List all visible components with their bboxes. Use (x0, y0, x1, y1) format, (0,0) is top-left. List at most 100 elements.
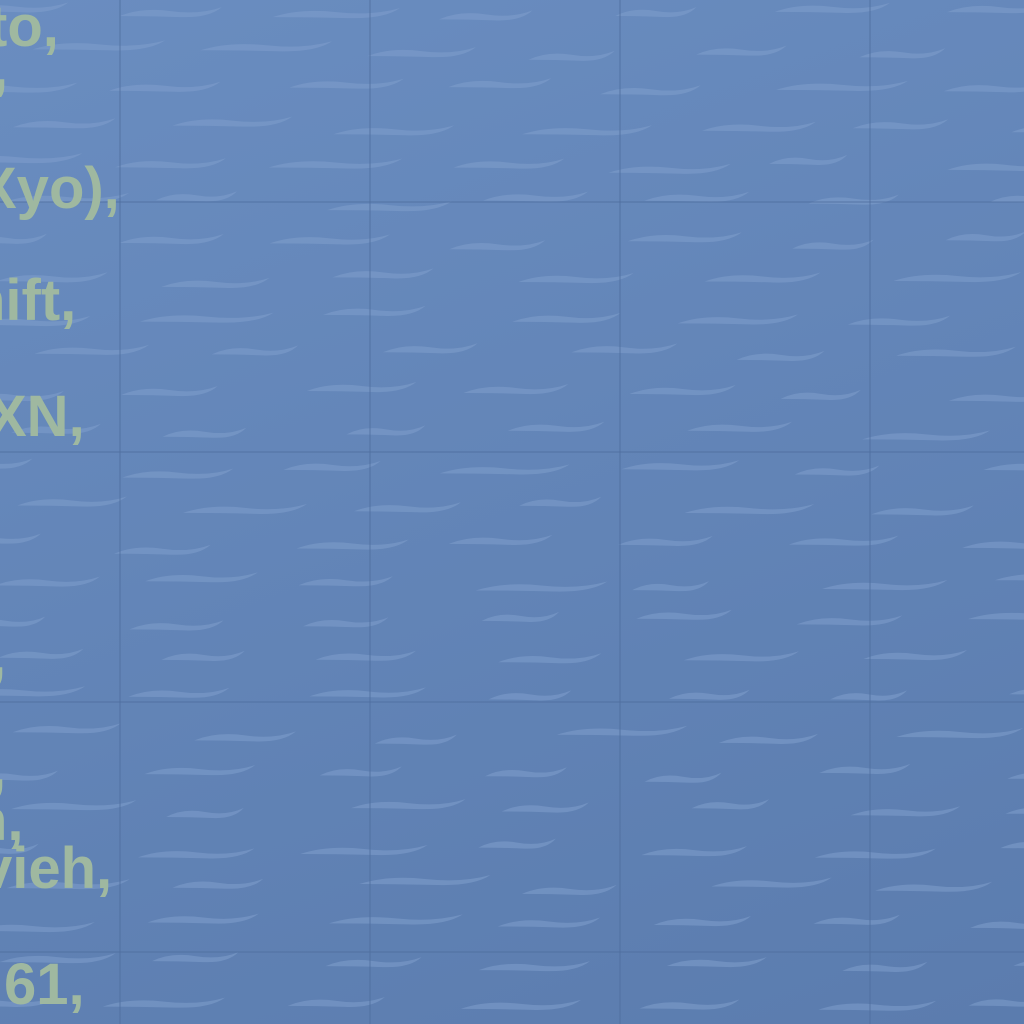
wave-mark (483, 191, 588, 202)
wave-mark (0, 458, 33, 469)
wave-mark (0, 648, 84, 659)
wave-mark (701, 121, 816, 132)
wave-mark (512, 312, 621, 323)
wave-mark (852, 119, 949, 130)
wave-mark (796, 615, 903, 626)
wave-mark (346, 425, 426, 436)
wave-mark (374, 734, 457, 745)
wave-mark (711, 877, 832, 888)
wave-mark (943, 82, 1024, 93)
wave-mark (147, 913, 259, 924)
wave-mark (968, 996, 1024, 1007)
wave-mark (329, 914, 463, 925)
wave-mark (0, 922, 95, 933)
wave-mark (962, 538, 1024, 549)
wave-mark (332, 268, 434, 279)
wave-mark (947, 3, 1024, 14)
wave-mark (696, 45, 787, 56)
wave-mark (847, 315, 951, 326)
wave-mark (627, 232, 742, 243)
wave-mark (666, 957, 767, 968)
wave-mark (507, 421, 605, 432)
wave-mark (0, 153, 83, 164)
wave-mark (830, 690, 907, 701)
wave-mark (677, 314, 799, 325)
wave-mark (0, 233, 47, 244)
wave-mark (519, 496, 602, 507)
wave-mark (653, 916, 751, 927)
wave-mark (475, 581, 608, 592)
wave-mark (896, 728, 1024, 739)
wave-mark (556, 725, 688, 736)
wave-mark (497, 917, 601, 928)
wave-mark (367, 47, 476, 58)
wave-mark (615, 7, 697, 18)
wave-mark (1005, 804, 1024, 815)
wave-mark (863, 650, 968, 661)
wave-mark (0, 616, 46, 627)
wave-mark (893, 272, 1022, 283)
wave-mark (859, 48, 946, 59)
wave-mark (875, 881, 993, 892)
wave-mark (818, 1000, 937, 1011)
wave-mark (819, 763, 911, 774)
wave-mark (268, 158, 403, 169)
wave-mark (774, 2, 890, 13)
wave-mark (792, 239, 874, 250)
wave-mark (814, 848, 936, 859)
wave-mark (776, 80, 908, 91)
wave-mark (1011, 123, 1024, 134)
wave-mark (34, 344, 150, 355)
wave-mark (896, 346, 1016, 357)
wave-mark (794, 465, 880, 476)
wave-mark (128, 687, 230, 698)
wave-mark (122, 468, 234, 479)
wave-mark (115, 158, 226, 169)
wave-mark (0, 316, 91, 327)
wave-mark (644, 772, 722, 783)
wave-mark (521, 884, 617, 895)
wave-mark (172, 878, 264, 889)
wave-mark (1009, 685, 1024, 696)
wave-mark (0, 533, 41, 544)
wave-mark (0, 953, 116, 964)
wave-mark (448, 534, 553, 545)
wave-mark (17, 496, 127, 507)
wave-mark (668, 689, 750, 700)
wave-mark (629, 385, 736, 396)
wave-mark (788, 535, 899, 546)
wave-mark (182, 503, 308, 514)
wave-mark (152, 952, 239, 963)
map-tile-grid (0, 0, 1024, 1024)
wave-mark (315, 650, 416, 661)
map-viewport[interactable]: to, , Xyo), nift, XN, , , h, vieh, 61, (0, 0, 1024, 1024)
wave-mark (813, 914, 900, 925)
wave-mark (684, 504, 815, 515)
wave-mark (736, 350, 825, 361)
wave-mark (298, 576, 393, 587)
wave-mark (114, 544, 211, 555)
wave-mark (1007, 769, 1024, 780)
wave-mark (822, 580, 948, 591)
wave-mark (641, 846, 747, 857)
wave-mark (485, 767, 567, 778)
wave-mark (970, 918, 1024, 929)
wave-mark (283, 460, 381, 471)
wave-mark (0, 686, 86, 697)
wave-mark (161, 650, 245, 661)
wave-mark (481, 611, 560, 622)
wave-mark (571, 343, 678, 354)
wave-mark (463, 384, 569, 395)
wave-mark (11, 423, 101, 434)
wave-mark (808, 194, 899, 205)
wave-mark (32, 40, 166, 51)
wave-mark (296, 539, 409, 550)
wave-mark (323, 305, 426, 316)
wave-mark (691, 799, 770, 810)
wave-mark (161, 277, 270, 288)
ocean-background (0, 0, 1024, 1024)
wave-mark (478, 838, 556, 849)
wave-mark (300, 845, 428, 856)
wave-mark (129, 620, 224, 631)
wave-mark (983, 461, 1024, 472)
